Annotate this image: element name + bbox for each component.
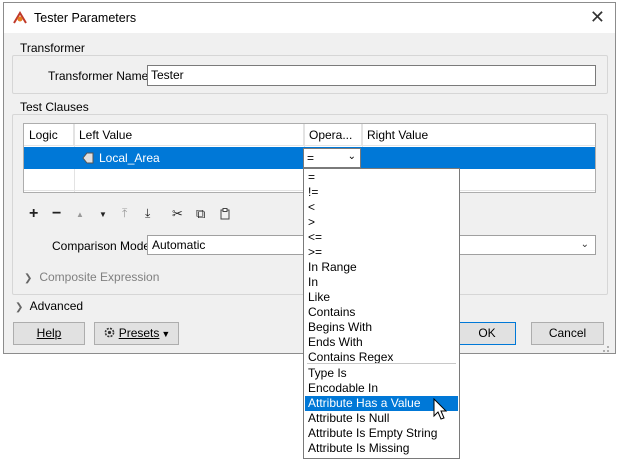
attribute-icon: [82, 152, 94, 164]
table-row[interactable]: Local_Area = ⌄: [24, 147, 595, 169]
copy-icon[interactable]: ⧉: [196, 206, 205, 222]
resize-grip-icon[interactable]: [600, 343, 610, 353]
operator-option[interactable]: >: [305, 215, 458, 230]
operator-option[interactable]: Contains: [305, 305, 458, 320]
chevron-right-icon: ❯: [15, 302, 24, 313]
comparison-mode-value: Automatic: [152, 238, 206, 252]
move-to-bottom-icon[interactable]: ⤓: [145, 206, 150, 221]
title-bar: Tester Parameters ✕: [4, 3, 615, 33]
chevron-down-icon: ⌄: [347, 151, 356, 162]
advanced-label: Advanced: [29, 299, 84, 313]
operator-option[interactable]: Attribute Is Missing: [305, 441, 458, 456]
paste-icon[interactable]: [220, 208, 230, 220]
help-button-label: Help: [36, 326, 62, 340]
composite-expression-expander[interactable]: ❯ Composite Expression: [24, 270, 159, 284]
add-clause-icon[interactable]: +: [29, 205, 38, 223]
window-title: Tester Parameters: [34, 11, 137, 25]
composite-expression-label: Composite Expression: [39, 270, 160, 284]
operator-option[interactable]: In Range: [305, 260, 458, 275]
comparison-mode-label: Comparison Mode:: [52, 239, 154, 253]
column-header-right-value[interactable]: Right Value: [362, 124, 595, 146]
mouse-pointer-icon: [433, 398, 448, 420]
help-button[interactable]: Help: [13, 322, 85, 345]
presets-button[interactable]: Presets ▼: [94, 322, 179, 345]
gear-icon: [104, 327, 115, 338]
move-down-icon[interactable]: ▼: [99, 210, 107, 219]
advanced-expander[interactable]: ❯ Advanced: [15, 299, 83, 313]
presets-button-label: Presets: [118, 326, 160, 340]
operator-option[interactable]: =: [305, 170, 458, 185]
column-header-operator[interactable]: Opera...: [304, 124, 362, 146]
left-value-cell[interactable]: Local_Area: [99, 151, 160, 165]
operator-value: =: [307, 151, 315, 165]
operator-option[interactable]: >=: [305, 245, 458, 260]
operator-option[interactable]: Begins With: [305, 320, 458, 335]
operator-option[interactable]: <=: [305, 230, 458, 245]
move-to-top-icon[interactable]: ⤒: [122, 206, 127, 221]
ok-button-label: OK: [478, 326, 496, 340]
cancel-button[interactable]: Cancel: [531, 322, 604, 345]
remove-clause-icon[interactable]: −: [52, 205, 61, 223]
fme-tester-icon: [13, 11, 27, 24]
caret-down-icon: ▼: [161, 329, 171, 339]
operator-select[interactable]: = ⌄: [303, 148, 361, 168]
cancel-button-label: Cancel: [548, 326, 587, 340]
ok-button[interactable]: OK: [459, 322, 516, 345]
cut-icon[interactable]: ✂: [172, 206, 183, 222]
operator-option[interactable]: !=: [305, 185, 458, 200]
column-header-left-value[interactable]: Left Value: [74, 124, 304, 146]
operator-option[interactable]: Attribute Is Empty String: [305, 426, 458, 441]
column-header-logic[interactable]: Logic: [24, 124, 74, 146]
dropdown-separator: [307, 363, 456, 364]
operator-option[interactable]: Type Is: [305, 366, 458, 381]
operator-option[interactable]: Encodable In: [305, 381, 458, 396]
transformer-name-input[interactable]: Tester: [147, 65, 596, 86]
operator-option[interactable]: <: [305, 200, 458, 215]
chevron-down-icon: ⌄: [580, 239, 589, 250]
operator-option[interactable]: Ends With: [305, 335, 458, 350]
close-icon[interactable]: ✕: [590, 7, 605, 27]
move-up-icon[interactable]: ▲: [76, 210, 84, 219]
chevron-right-icon: ❯: [24, 273, 33, 284]
operator-option[interactable]: Like: [305, 290, 458, 305]
transformer-group-label: Transformer: [18, 41, 87, 55]
transformer-name-label: Transformer Name:: [48, 69, 152, 83]
operator-option[interactable]: In: [305, 275, 458, 290]
test-clauses-group-label: Test Clauses: [18, 100, 91, 114]
